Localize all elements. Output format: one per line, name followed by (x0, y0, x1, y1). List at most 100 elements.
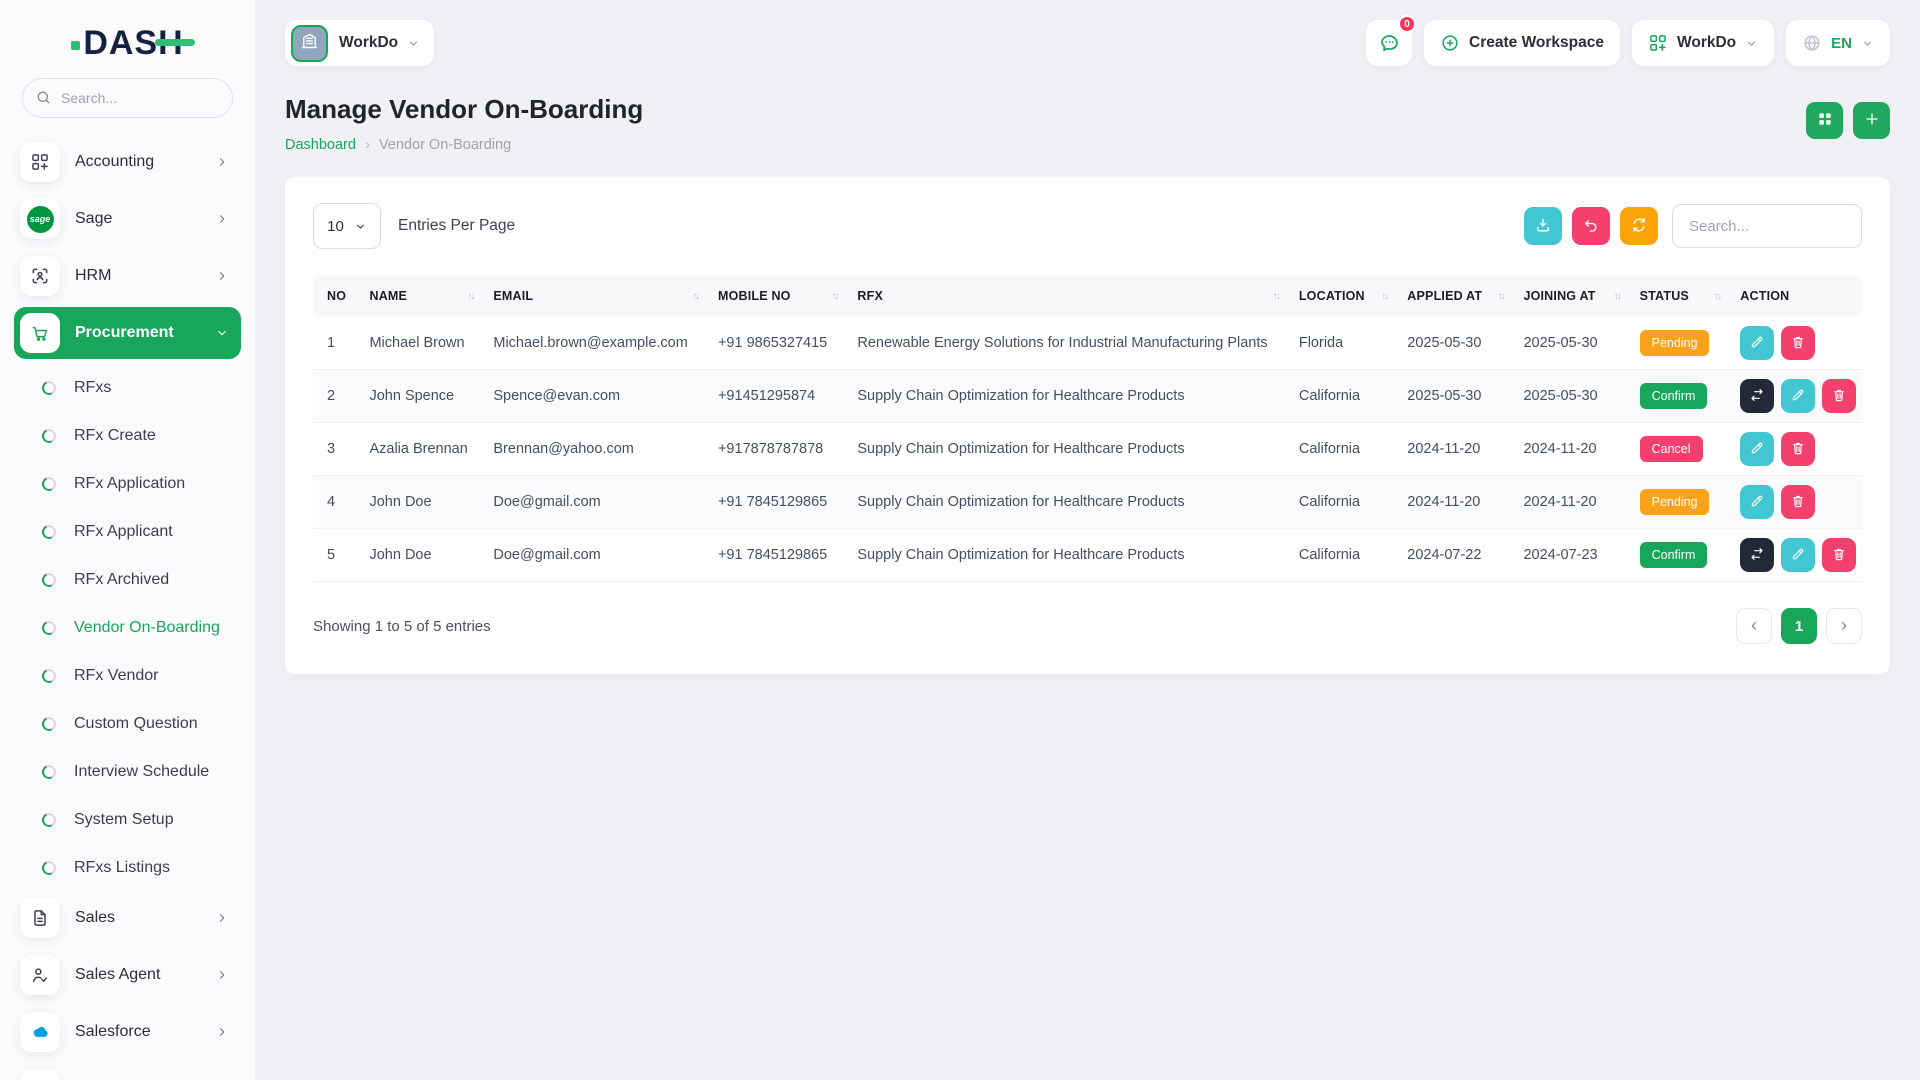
bullet-icon (40, 427, 58, 445)
cell-no: 4 (313, 476, 359, 529)
sidebar-item-sales-agent[interactable]: Sales Agent (14, 949, 241, 1001)
grid-view-button[interactable] (1806, 102, 1843, 139)
column-header-status[interactable]: STATUS↑↓ (1630, 275, 1731, 317)
trash-icon (1831, 546, 1847, 565)
export-button[interactable] (1524, 207, 1562, 245)
add-vendor-button[interactable] (1853, 102, 1890, 139)
edit-button[interactable] (1781, 379, 1815, 413)
column-header-email[interactable]: EMAIL↑↓ (483, 275, 708, 317)
table-search-input[interactable] (1672, 204, 1862, 248)
language-selector[interactable]: EN (1786, 20, 1890, 66)
sidebar-item-hrm[interactable]: HRM (14, 250, 241, 302)
sidebar-item-procurement[interactable]: Procurement (14, 307, 241, 359)
sidebar-item-salesforce[interactable]: Salesforce (14, 1006, 241, 1058)
cell-email: Michael.brown@example.com (483, 317, 708, 370)
cell-applied_at: 2025-05-30 (1397, 370, 1513, 423)
sort-icon[interactable]: ↑↓ (692, 291, 698, 302)
table-body: 1Michael BrownMichael.brown@example.com+… (313, 317, 1862, 582)
sort-icon[interactable]: ↑↓ (1614, 291, 1620, 302)
sidebar-subitem-custom-question[interactable]: Custom Question (20, 700, 235, 748)
user-check-icon (20, 955, 60, 995)
cell-rfx: Renewable Energy Solutions for Industria… (847, 317, 1288, 370)
delete-button[interactable] (1781, 485, 1815, 519)
sort-icon[interactable]: ↑↓ (1381, 291, 1387, 302)
sort-icon[interactable]: ↑↓ (1714, 291, 1720, 302)
create-workspace-button[interactable]: Create Workspace (1424, 20, 1620, 66)
prev-page-button[interactable]: ‹ (1736, 608, 1772, 644)
sidebar-item-label: Sales (75, 909, 215, 927)
status-badge[interactable]: Confirm (1640, 542, 1708, 568)
delete-button[interactable] (1781, 432, 1815, 466)
delete-button[interactable] (1822, 538, 1856, 572)
edit-button[interactable] (1740, 432, 1774, 466)
entries-per-page-select[interactable]: 10 (313, 203, 381, 249)
sidebar-subitem-interview-schedule[interactable]: Interview Schedule (20, 748, 235, 796)
swap-status-button[interactable] (1740, 538, 1774, 572)
chevron-right-icon (215, 1025, 229, 1039)
cell-no: 3 (313, 423, 359, 476)
logo-text: DASH (83, 26, 183, 60)
cell-mobile: +917878787878 (708, 423, 847, 476)
cell-location: California (1289, 370, 1397, 423)
status-badge[interactable]: Cancel (1640, 436, 1703, 462)
cell-mobile: +91 9865327415 (708, 317, 847, 370)
status-badge[interactable]: Pending (1640, 330, 1710, 356)
sort-icon[interactable]: ↑↓ (1497, 291, 1503, 302)
plus-icon (1863, 110, 1881, 131)
breadcrumb-dashboard-link[interactable]: Dashboard (285, 137, 356, 153)
sidebar-subitem-vendor-on-boarding[interactable]: Vendor On-Boarding (20, 604, 235, 652)
edit-button[interactable] (1781, 538, 1815, 572)
sidebar-item-movie-tv-studio[interactable]: Movie & TV Studio (14, 1063, 241, 1080)
sort-icon[interactable]: ↑↓ (831, 291, 837, 302)
cell-name: John Doe (359, 476, 483, 529)
column-label: RFX (857, 289, 883, 303)
sidebar-subitem-rfx-vendor[interactable]: RFx Vendor (20, 652, 235, 700)
bullet-icon (40, 763, 58, 781)
cell-action (1730, 370, 1862, 423)
sidebar-subitem-rfx-applicant[interactable]: RFx Applicant (20, 508, 235, 556)
cell-action (1730, 317, 1862, 370)
delete-button[interactable] (1781, 326, 1815, 360)
cell-no: 5 (313, 529, 359, 582)
edit-button[interactable] (1740, 326, 1774, 360)
status-badge[interactable]: Pending (1640, 489, 1710, 515)
workspace-name: WorkDo (339, 34, 398, 52)
cell-name: John Doe (359, 529, 483, 582)
column-header-location[interactable]: LOCATION↑↓ (1289, 275, 1397, 317)
undo-button[interactable] (1572, 207, 1610, 245)
sidebar-item-sage[interactable]: sageSage (14, 193, 241, 245)
column-header-mobile-no[interactable]: MOBILE NO↑↓ (708, 275, 847, 317)
bullet-icon (40, 859, 58, 877)
sidebar-search (22, 78, 233, 118)
swap-status-button[interactable] (1740, 379, 1774, 413)
edit-button[interactable] (1740, 485, 1774, 519)
column-header-rfx[interactable]: RFX ↑↓ (847, 275, 1288, 317)
trash-icon (1790, 493, 1806, 512)
sort-icon[interactable]: ↑↓ (1273, 291, 1279, 302)
sidebar-subitem-rfx-application[interactable]: RFx Application (20, 460, 235, 508)
messages-button[interactable]: 0 (1366, 20, 1412, 66)
workspace-menu-button[interactable]: WorkDo (1632, 20, 1774, 66)
sidebar-search-input[interactable] (22, 78, 233, 118)
workspace-selector[interactable]: WorkDo (285, 20, 434, 66)
sidebar-item-sales[interactable]: Sales (14, 892, 241, 944)
column-header-applied-at[interactable]: APPLIED AT↑↓ (1397, 275, 1513, 317)
pencil-icon (1749, 334, 1765, 353)
sidebar-subitem-system-setup[interactable]: System Setup (20, 796, 235, 844)
status-badge[interactable]: Confirm (1640, 383, 1708, 409)
sidebar-subitem-rfxs[interactable]: RFxs (20, 364, 235, 412)
delete-button[interactable] (1822, 379, 1856, 413)
sidebar-subitem-rfx-archived[interactable]: RFx Archived (20, 556, 235, 604)
sidebar-subitem-rfx-create[interactable]: RFx Create (20, 412, 235, 460)
refresh-button[interactable] (1620, 207, 1658, 245)
sidebar-subitem-rfxs-listings[interactable]: RFxs Listings (20, 844, 235, 892)
column-header-joining-at[interactable]: JOINING AT↑↓ (1513, 275, 1629, 317)
column-header-name[interactable]: NAME↑↓ (359, 275, 483, 317)
sort-icon[interactable]: ↑↓ (467, 291, 473, 302)
table-row: 1Michael BrownMichael.brown@example.com+… (313, 317, 1862, 370)
next-page-button[interactable]: › (1826, 608, 1862, 644)
app-logo[interactable]: DASH (20, 22, 235, 64)
file-icon (20, 898, 60, 938)
sidebar-item-accounting[interactable]: Accounting (14, 136, 241, 188)
page-button-1[interactable]: 1 (1781, 608, 1817, 644)
